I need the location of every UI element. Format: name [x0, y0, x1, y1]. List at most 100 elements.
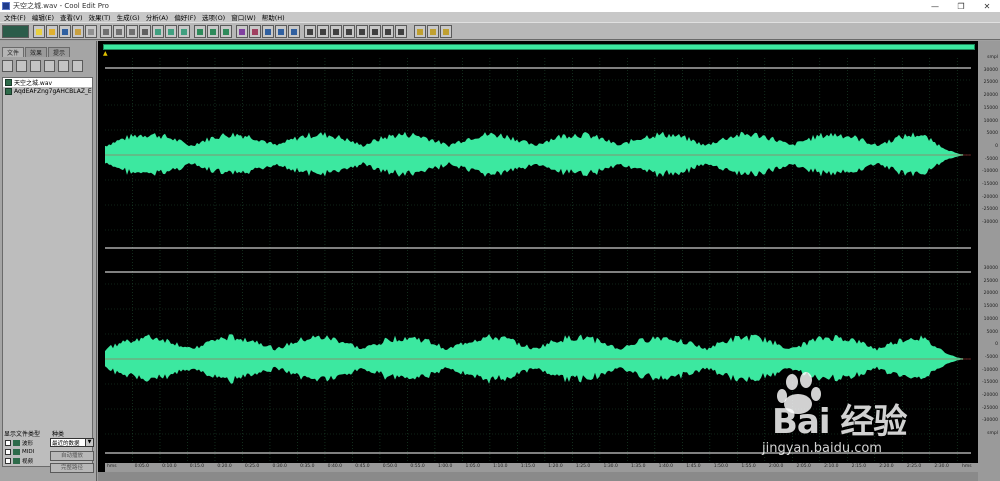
amplitude-tick-label: 5000	[986, 329, 998, 335]
time-tick-label: 0:50.0	[382, 464, 398, 469]
import-icon[interactable]	[16, 60, 27, 72]
tab-cues[interactable]: 提示	[48, 47, 70, 57]
view-both-button[interactable]	[356, 25, 368, 38]
multitrack-toggle-button[interactable]	[2, 25, 29, 38]
time-tick-label: 2:20.0	[879, 464, 894, 469]
menu-edit[interactable]: 编辑(E)	[29, 12, 57, 22]
tab-files[interactable]: 文件	[2, 47, 24, 57]
delay-button[interactable]	[288, 25, 300, 38]
overview-range-bar[interactable]	[103, 44, 975, 50]
menu-help[interactable]: 帮助(H)	[259, 12, 288, 22]
time-tick-label: 1:05.0	[465, 464, 480, 469]
close-icon[interactable]	[30, 60, 41, 72]
play-file-icon[interactable]	[72, 60, 83, 72]
menu-effects[interactable]: 效果(T)	[86, 12, 114, 22]
menu-view[interactable]: 查看(V)	[57, 12, 86, 22]
trim-button[interactable]	[194, 25, 206, 38]
repeat-button[interactable]	[126, 25, 138, 38]
amplify-button[interactable]	[220, 25, 232, 38]
help-button[interactable]	[440, 25, 452, 38]
minimize-button[interactable]: —	[922, 0, 948, 12]
playhead-marker-icon[interactable]: ▲	[103, 51, 109, 57]
auto-play-button[interactable]: 自动播放	[50, 451, 94, 461]
menu-file[interactable]: 文件(F)	[1, 12, 29, 22]
time-tick-label: 1:40.0	[658, 464, 674, 469]
filter-label: MIDI	[22, 449, 35, 455]
list-item[interactable]: AqdEAFZng7gAHCBLAZ_E	[3, 87, 92, 96]
menu-options[interactable]: 选项(O)	[199, 12, 228, 22]
view-waveform-button[interactable]	[304, 25, 316, 38]
amplitude-tick-label: 0	[995, 143, 998, 149]
view-cue-button[interactable]	[382, 25, 394, 38]
display-filter: 显示文件类型 种类 波形 MIDI 视频 最近的数据 ▼ 自动播放 完整路径	[2, 429, 94, 479]
time-tick-label: 1:10.0	[493, 464, 508, 469]
amplitude-tick-label: -20000	[982, 194, 998, 200]
redo-button[interactable]	[113, 25, 125, 38]
view-time-button[interactable]	[395, 25, 407, 38]
cut-button[interactable]	[139, 25, 151, 38]
view-left-button[interactable]	[330, 25, 342, 38]
filter-row[interactable]: 波形	[5, 439, 33, 447]
logo-wordmark: Bai 经验	[772, 402, 907, 442]
sort-select[interactable]: 最近的数据 ▼	[50, 438, 94, 447]
undo-button[interactable]	[100, 25, 112, 38]
frequency-button[interactable]	[249, 25, 261, 38]
scroll-strip[interactable]	[98, 472, 978, 481]
maximize-button[interactable]: ❐	[948, 0, 974, 12]
amplitude-tick-label: -10000	[982, 169, 998, 175]
menu-favorites[interactable]: 偏好(F)	[171, 12, 199, 22]
time-tick-label: 0:15.0	[189, 464, 205, 469]
menu-analyze[interactable]: 分析(A)	[143, 12, 172, 22]
edit-file-icon[interactable]	[58, 60, 69, 72]
amplitude-tick-label: 10000	[983, 316, 998, 322]
view-spectral-button[interactable]	[317, 25, 329, 38]
menu-window[interactable]: 窗口(W)	[228, 12, 259, 22]
filter-row[interactable]: MIDI	[5, 448, 34, 456]
time-tick-label: 2:25.0	[906, 464, 922, 469]
amplitude-tick-label: 15000	[983, 105, 998, 111]
export-button[interactable]	[72, 25, 84, 38]
full-path-button[interactable]: 完整路径	[50, 463, 94, 473]
toolbar	[0, 22, 1000, 40]
noise-button[interactable]	[262, 25, 274, 38]
filter-checkbox[interactable]	[5, 440, 11, 446]
filter-checkbox[interactable]	[5, 449, 11, 455]
time-tick-label: 1:15.0	[520, 464, 536, 469]
paste-button[interactable]	[165, 25, 177, 38]
copy-button[interactable]	[152, 25, 164, 38]
window-title: 天空之城.wav - Cool Edit Pro	[13, 2, 109, 10]
amplitude-tick-label: -5000	[984, 156, 998, 162]
view-right-button[interactable]	[343, 25, 355, 38]
time-tick-label: 1:25.0	[575, 464, 591, 469]
envelope-button[interactable]	[236, 25, 248, 38]
close-button[interactable]: ✕	[974, 0, 1000, 12]
amplitude-tick-label: 0	[995, 342, 998, 348]
filter-checkbox[interactable]	[5, 458, 11, 464]
list-item[interactable]: 天空之城.wav	[3, 78, 92, 87]
silence-button[interactable]	[207, 25, 219, 38]
close-file-button[interactable]	[85, 25, 97, 38]
scripts-button[interactable]	[427, 25, 439, 38]
save-file-button[interactable]	[59, 25, 71, 38]
time-tick-label: 0:05.0	[134, 464, 149, 469]
filter-label: 波形	[22, 441, 34, 447]
settings-button[interactable]	[414, 25, 426, 38]
filter-row[interactable]: 视频	[5, 457, 33, 465]
view-info-button[interactable]	[369, 25, 381, 38]
time-tick-label: 0:25.0	[244, 464, 260, 469]
new-file-button[interactable]	[33, 25, 45, 38]
time-tick-label: 0:40.0	[327, 464, 343, 469]
amplitude-tick-label: 25000	[983, 278, 998, 284]
open-file-icon[interactable]	[2, 60, 13, 72]
menu-generate[interactable]: 生成(G)	[114, 12, 143, 22]
open-file-button[interactable]	[46, 25, 58, 38]
mix-paste-button[interactable]	[178, 25, 190, 38]
amplitude-tick-label: 20000	[983, 93, 998, 99]
time-tick-label: 0:55.0	[410, 464, 425, 469]
time-tick-label: hms	[962, 464, 972, 469]
close-all-icon[interactable]	[44, 60, 55, 72]
reverb-button[interactable]	[275, 25, 287, 38]
chevron-down-icon[interactable]: ▼	[85, 439, 93, 446]
time-tick-label: 0:20.0	[217, 464, 232, 469]
tab-effects[interactable]: 效果	[25, 47, 47, 57]
